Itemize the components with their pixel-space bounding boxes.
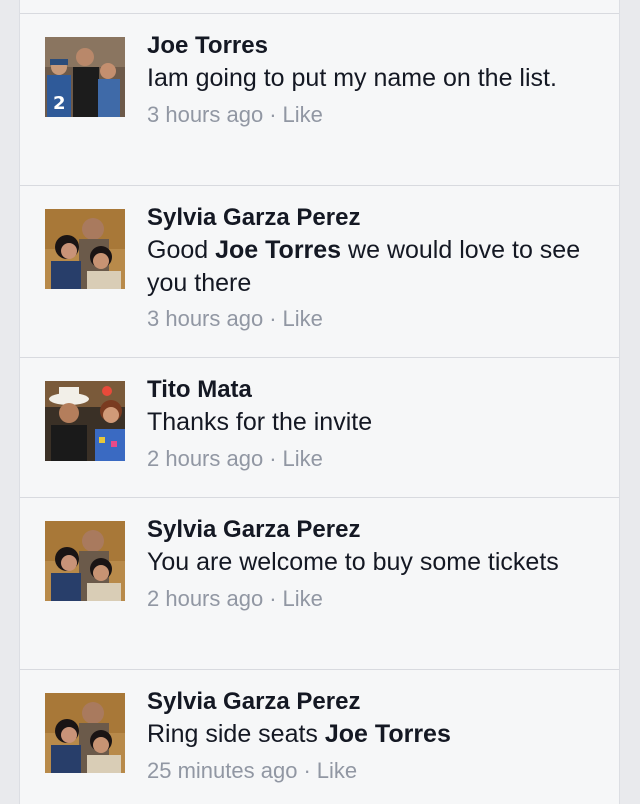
mentioned-name-link[interactable]: Joe Torres <box>325 720 451 748</box>
comment-timestamp: 3 hours ago <box>147 306 264 331</box>
avatar[interactable] <box>45 209 125 289</box>
photo-couple-avatar <box>45 209 125 289</box>
mentioned-name-link[interactable]: Joe Torres <box>215 236 341 264</box>
comment-meta: 2 hours ago · Like <box>147 444 599 474</box>
photo-couple-avatar <box>45 521 125 601</box>
comment-author[interactable]: Sylvia Garza Perez <box>147 686 599 718</box>
like-button[interactable]: Like <box>283 306 323 331</box>
comment-item: Tito Mata Thanks for the invite 2 hours … <box>20 358 619 497</box>
comment-author[interactable]: Tito Mata <box>147 374 599 406</box>
comment-text-run: Good <box>147 236 216 264</box>
comment-timestamp: 25 minutes ago <box>147 757 298 783</box>
like-button[interactable]: Like <box>283 102 323 127</box>
comment-feed: 2 Joe Torres Iam going to put my name on… <box>19 0 620 804</box>
avatar[interactable] <box>45 693 125 773</box>
comment-author[interactable]: Sylvia Garza Perez <box>147 202 599 234</box>
comment-text-run: Ring side seats <box>147 720 325 748</box>
like-button[interactable]: Like <box>283 446 323 471</box>
comment-author[interactable]: Sylvia Garza Perez <box>147 514 599 546</box>
photo-couple-hat-avatar <box>45 381 125 461</box>
comment-meta: 25 minutes ago · Like <box>147 756 599 786</box>
comment-text: You are welcome to buy some tickets <box>147 546 599 579</box>
comment-item: Sylvia Garza Perez You are welcome to bu… <box>20 498 619 669</box>
comment-item: Sylvia Garza Perez Good Joe Torres we wo… <box>20 186 619 357</box>
comment-item: 2 Joe Torres Iam going to put my name on… <box>20 14 619 185</box>
avatar[interactable] <box>45 381 125 461</box>
separator-dot: · <box>269 306 277 331</box>
separator-dot: · <box>269 585 277 611</box>
avatar[interactable] <box>45 521 125 601</box>
comment-timestamp: 2 hours ago <box>147 445 264 471</box>
comment-timestamp: 2 hours ago <box>147 585 264 611</box>
comment-meta: 2 hours ago · Like <box>147 584 599 614</box>
photo-group-avatar: 2 <box>45 37 125 117</box>
comment-author[interactable]: Joe Torres <box>147 30 599 62</box>
comment-text: Iam going to put my name on the list. <box>147 62 599 95</box>
separator-dot: · <box>269 445 277 471</box>
comment-text-run: Thanks for the invite <box>147 408 373 436</box>
comment-text-run: You are welcome to buy some tickets <box>147 548 559 576</box>
comment-item: Sylvia Garza Perez Ring side seats Joe T… <box>20 670 619 804</box>
avatar[interactable]: 2 <box>45 37 125 117</box>
like-button[interactable]: Like <box>317 758 357 783</box>
separator-dot: · <box>303 757 311 783</box>
comment-timestamp: 3 hours ago <box>147 101 264 127</box>
photo-couple-avatar <box>45 693 125 773</box>
comment-text-run: Iam going to put my name on the list. <box>147 64 557 92</box>
comment-meta: 3 hours ago · Like <box>147 304 599 334</box>
comment-text: Good Joe Torres we would love to see you… <box>147 234 599 299</box>
separator-dot: · <box>269 101 277 127</box>
svg-text:2: 2 <box>53 93 66 114</box>
comment-meta: 3 hours ago · Like <box>147 100 599 130</box>
like-button[interactable]: Like <box>283 586 323 611</box>
comment-text: Ring side seats Joe Torres <box>147 718 599 751</box>
comment-text: Thanks for the invite <box>147 406 599 439</box>
